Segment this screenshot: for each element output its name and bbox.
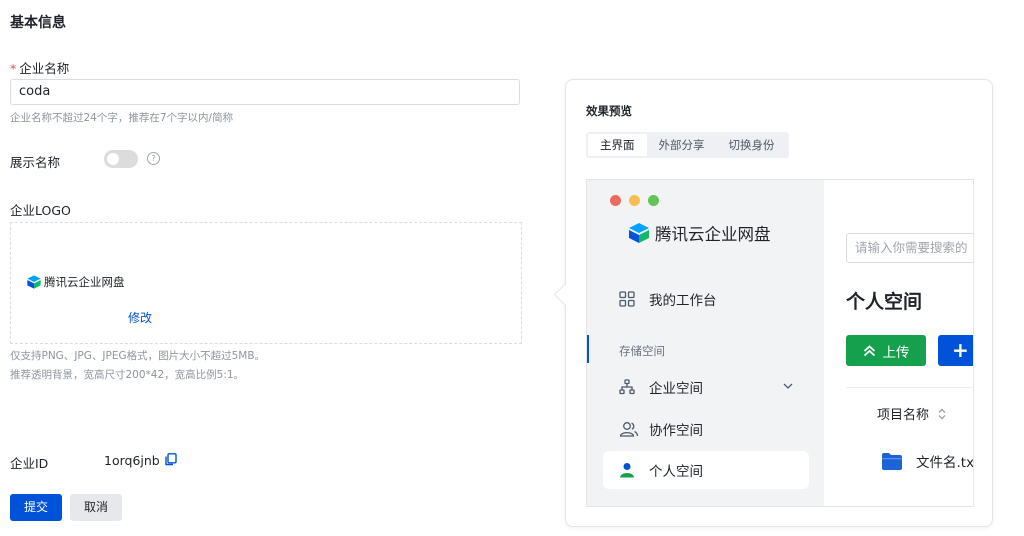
company-name-input[interactable]: coda — [10, 79, 520, 105]
show-name-toggle[interactable] — [104, 150, 138, 168]
preview-sidebar: 腾讯云企业网盘 我的工作台 存储空间 企业空间 协作空间 个人空间 — [587, 180, 824, 506]
cancel-button[interactable]: 取消 — [70, 494, 122, 521]
preview-tabs: 主界面 外部分享 切换身份 — [586, 132, 789, 158]
help-icon[interactable]: ? — [147, 152, 160, 165]
preview-column-header[interactable]: 项目名称 — [877, 404, 947, 423]
logo-label: 企业LOGO — [10, 203, 71, 218]
window-maximize-dot — [648, 195, 659, 206]
active-indicator — [587, 335, 589, 363]
preview-upload-button[interactable]: 上传 — [846, 335, 926, 366]
required-mark: * — [10, 61, 17, 76]
preview-file-row[interactable]: 文件名.txt — [882, 451, 974, 471]
folder-icon — [882, 452, 902, 470]
tab-main[interactable]: 主界面 — [588, 134, 647, 156]
storage-section-label: 存储空间 — [619, 344, 665, 358]
toggle-knob — [107, 153, 119, 165]
company-id-value: 1orq6jnb — [104, 453, 160, 468]
nav-collab-space[interactable]: 协作空间 — [603, 410, 809, 448]
preview-new-button[interactable]: + — [938, 335, 973, 366]
logo-hint-2: 推荐透明背景，宽高尺寸200*42，宽高比例5:1。 — [10, 369, 245, 381]
logo-cube-icon — [27, 275, 41, 289]
chevron-down-icon — [783, 383, 793, 389]
nav-personal-space[interactable]: 个人空间 — [603, 451, 809, 489]
logo-preview: 腾讯云企业网盘 — [26, 274, 125, 290]
logo-upload-area[interactable]: 腾讯云企业网盘 修改 — [10, 222, 522, 344]
nav-workbench[interactable]: 我的工作台 — [603, 280, 809, 318]
copy-icon[interactable] — [165, 453, 177, 470]
preview-window: 腾讯云企业网盘 我的工作台 存储空间 企业空间 协作空间 个人空间 请输入你需要… — [586, 179, 974, 507]
grid-icon — [619, 291, 645, 307]
nav-enterprise-space[interactable]: 企业空间 — [603, 368, 809, 406]
logo-edit-link[interactable]: 修改 — [128, 309, 152, 326]
section-title: 基本信息 — [10, 15, 66, 31]
show-name-label: 展示名称 — [10, 155, 61, 170]
preview-file-name: 文件名.txt — [916, 455, 974, 471]
users-icon — [619, 421, 645, 437]
preview-app-name: 腾讯云企业网盘 — [655, 225, 771, 244]
company-name-label: * 企业名称 — [10, 61, 70, 76]
company-id-label: 企业ID — [10, 456, 49, 471]
sort-icon — [938, 408, 946, 419]
logo-text: 腾讯云企业网盘 — [44, 275, 125, 289]
org-tree-icon — [619, 379, 645, 395]
company-name-hint: 企业名称不超过24个字，推荐在7个字以内/简称 — [10, 112, 234, 124]
logo-cube-icon — [629, 223, 649, 243]
tab-external-share[interactable]: 外部分享 — [647, 134, 717, 156]
preview-main: 请输入你需要搜索的 个人空间 上传 + 项目名称 文件名.txt — [824, 180, 973, 506]
window-minimize-dot — [629, 195, 640, 206]
submit-button[interactable]: 提交 — [10, 494, 62, 521]
preview-search-input[interactable]: 请输入你需要搜索的 — [846, 233, 973, 263]
window-close-dot — [610, 195, 621, 206]
divider — [846, 387, 973, 388]
preview-title: 效果预览 — [586, 104, 632, 118]
double-chevron-up-icon — [863, 344, 875, 356]
logo-hint-1: 仅支持PNG、JPG、JPEG格式，图片大小不超过5MB。 — [10, 350, 266, 362]
user-icon — [619, 462, 645, 478]
tab-switch-identity[interactable]: 切换身份 — [717, 134, 787, 156]
preview-page-heading: 个人空间 — [846, 291, 923, 313]
preview-app-logo: 腾讯云企业网盘 — [627, 221, 771, 245]
